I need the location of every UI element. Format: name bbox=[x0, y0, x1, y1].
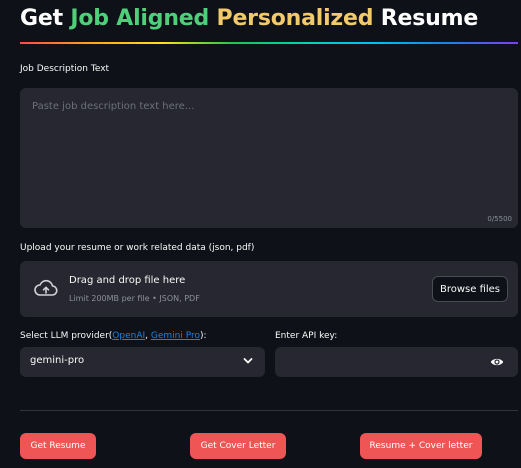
cloud-upload-icon bbox=[34, 279, 58, 296]
openai-link[interactable]: OpenAI bbox=[112, 331, 145, 341]
title-part-personalized: Personalized bbox=[216, 6, 374, 31]
llm-provider-select[interactable]: gemini-pro bbox=[20, 347, 265, 377]
llm-label-suffix: ): bbox=[200, 331, 207, 341]
title-part-resume: Resume bbox=[380, 6, 479, 31]
title-part-job-aligned: Job Aligned bbox=[70, 6, 210, 31]
upload-label: Upload your resume or work related data … bbox=[20, 243, 255, 253]
title-part-get: Get bbox=[20, 6, 71, 31]
resume-and-cover-letter-button[interactable]: Resume + Cover letter bbox=[360, 433, 482, 459]
chevron-down-icon bbox=[243, 358, 253, 364]
api-key-label: Enter API key: bbox=[275, 331, 338, 341]
title-divider bbox=[20, 42, 518, 44]
job-description-label: Job Description Text bbox=[20, 64, 110, 74]
llm-provider-label: Select LLM provider(OpenAI, Gemini Pro): bbox=[20, 331, 207, 341]
dropzone-limit: Limit 200MB per file • JSON, PDF bbox=[69, 294, 200, 303]
dropzone-instruction: Drag and drop file here bbox=[69, 275, 186, 286]
file-dropzone[interactable]: Drag and drop file here Limit 200MB per … bbox=[20, 261, 518, 317]
app-page: Get Job Aligned Personalized Resume Job … bbox=[0, 0, 521, 468]
gemini-pro-link[interactable]: Gemini Pro bbox=[151, 331, 200, 341]
char-counter: 0/5500 bbox=[487, 215, 512, 223]
browse-files-button[interactable]: Browse files bbox=[432, 276, 508, 302]
job-description-placeholder: Paste job description text here... bbox=[32, 101, 195, 112]
job-description-textarea[interactable]: Paste job description text here... 0/550… bbox=[20, 88, 518, 228]
llm-label-prefix: Select LLM provider( bbox=[20, 331, 113, 341]
eye-icon[interactable] bbox=[490, 356, 504, 368]
get-resume-button[interactable]: Get Resume bbox=[20, 433, 96, 459]
llm-provider-value: gemini-pro bbox=[30, 355, 85, 366]
get-cover-letter-button[interactable]: Get Cover Letter bbox=[190, 433, 286, 459]
api-key-input[interactable] bbox=[275, 347, 518, 377]
section-divider bbox=[20, 410, 518, 411]
page-title: Get Job Aligned Personalized Resume bbox=[20, 6, 478, 31]
